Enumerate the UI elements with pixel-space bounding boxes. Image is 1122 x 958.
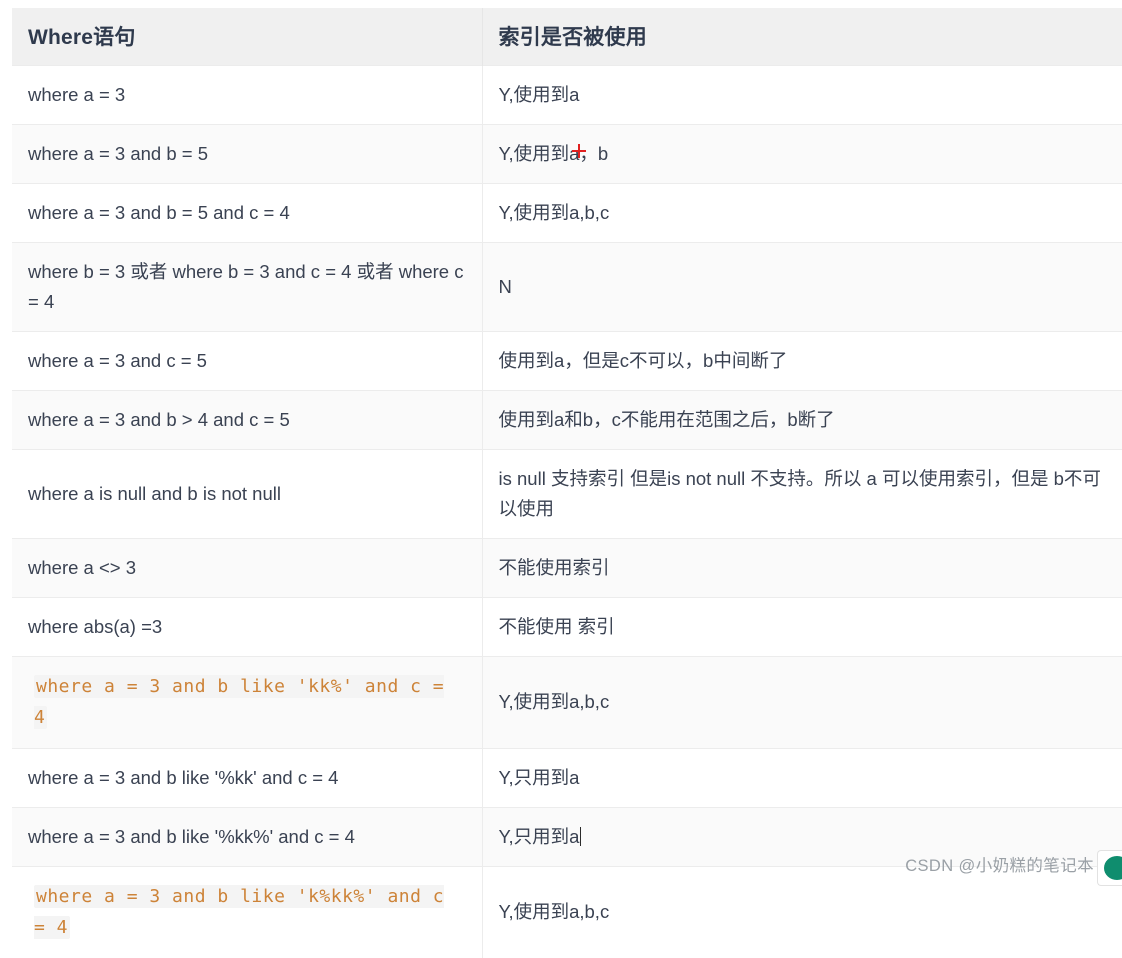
where-clause-index-table-container: Where语句 索引是否被使用 where a = 3 Y,使用到a where a… bbox=[12, 8, 1122, 958]
cell-where-clause: where b = 3 或者 where b = 3 and c = 4 或者 … bbox=[12, 241, 483, 332]
table-body: where a = 3 Y,使用到a where a = 3 and b = 5 Y,… bbox=[12, 65, 1122, 958]
cell-index-used: 不能使用索引 bbox=[482, 537, 1122, 598]
table-row: where a = 3 and b like 'k%kk%' and c = 4… bbox=[12, 865, 1122, 958]
cell-where-clause: where a = 3 and b = 5 and c = 4 bbox=[12, 182, 483, 243]
table-row: where a <> 3 不能使用索引 bbox=[12, 537, 1122, 598]
table-row: where a is null and b is not null is null… bbox=[12, 448, 1122, 539]
watermark-badge-icon bbox=[1097, 850, 1122, 886]
cell-index-used: 不能使用 索引 bbox=[482, 596, 1122, 657]
table-header: Where语句 索引是否被使用 bbox=[12, 8, 1122, 66]
table-row: where a = 3 and b > 4 and c = 5 使用到a和b，c不… bbox=[12, 389, 1122, 450]
table-row: where a = 3 and b = 5 and c = 4 Y,使用到a,b,… bbox=[12, 182, 1122, 243]
cell-where-clause: where a is null and b is not null bbox=[12, 448, 483, 539]
index-used-text: Y,只用到a bbox=[498, 825, 580, 847]
csdn-watermark: CSDN @小奶糕的笔记本 bbox=[905, 857, 1094, 875]
table-row: where a = 3 and b like '%kk' and c = 4 Y,… bbox=[12, 747, 1122, 808]
cell-index-used: Y,只用到a bbox=[482, 747, 1122, 808]
cell-where-clause: where a = 3 and b like 'kk%' and c = 4 bbox=[12, 655, 483, 749]
cell-where-clause: where a = 3 and b like '%kk' and c = 4 bbox=[12, 747, 483, 808]
table-row: where b = 3 或者 where b = 3 and c = 4 或者 … bbox=[12, 241, 1122, 332]
cell-where-clause: where a = 3 and b like 'k%kk%' and c = 4 bbox=[12, 865, 483, 958]
green-circle-icon bbox=[1104, 856, 1122, 880]
cell-where-clause: where abs(a) =3 bbox=[12, 596, 483, 657]
column-header-where-clause: Where语句 bbox=[12, 8, 483, 66]
cell-index-used: 使用到a，但是c不可以，b中间断了 bbox=[482, 330, 1122, 391]
code-text: where a = 3 and b like 'k%kk%' and c = 4 bbox=[34, 884, 445, 940]
table-row: where a = 3 and b like 'kk%' and c = 4 Y,… bbox=[12, 655, 1122, 749]
cell-index-used: Y,使用到a,b,c bbox=[482, 182, 1122, 243]
cell-where-clause: where a = 3 bbox=[12, 65, 483, 125]
where-clause-index-table: Where语句 索引是否被使用 where a = 3 Y,使用到a where a… bbox=[12, 8, 1122, 958]
cell-where-clause: where a = 3 and c = 5 bbox=[12, 330, 483, 391]
cell-where-clause: where a = 3 and b like '%kk%' and c = 4 bbox=[12, 806, 483, 867]
column-header-index-used: 索引是否被使用 bbox=[482, 8, 1122, 66]
cell-index-used: Y,使用到a bbox=[482, 65, 1122, 125]
cell-index-used: Y,使用到a,b,c bbox=[482, 655, 1122, 749]
text-cursor bbox=[580, 826, 582, 846]
table-row: where a = 3 and c = 5 使用到a，但是c不可以，b中间断了 bbox=[12, 330, 1122, 391]
cell-where-clause: where a = 3 and b = 5 bbox=[12, 123, 483, 184]
code-text: where a = 3 and b like 'kk%' and c = 4 bbox=[34, 674, 445, 730]
table-row: where abs(a) =3 不能使用 索引 bbox=[12, 596, 1122, 657]
cell-index-used: N bbox=[482, 241, 1122, 332]
cell-where-clause: where a = 3 and b > 4 and c = 5 bbox=[12, 389, 483, 450]
table-header-row: Where语句 索引是否被使用 bbox=[12, 8, 1122, 66]
cell-index-used: 使用到a和b，c不能用在范围之后，b断了 bbox=[482, 389, 1122, 450]
table-row: where a = 3 and b = 5 Y,使用到a，b bbox=[12, 123, 1122, 184]
cell-index-used: is null 支持索引 但是is not null 不支持。所以 a 可以使用… bbox=[482, 448, 1122, 539]
cell-where-clause: where a <> 3 bbox=[12, 537, 483, 598]
table-row: where a = 3 Y,使用到a bbox=[12, 65, 1122, 125]
cell-index-used: Y,使用到a，b bbox=[482, 123, 1122, 184]
cell-index-used: Y,使用到a,b,c bbox=[482, 865, 1122, 958]
